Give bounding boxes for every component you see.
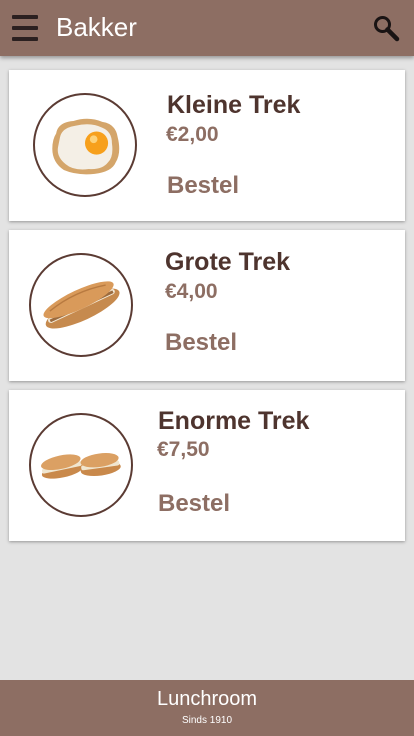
menu-bar-line [12,26,38,30]
menu-bar-line [12,15,38,19]
search-icon[interactable] [372,14,400,42]
product-price: €7,50 [157,438,210,461]
menu-bar-line [12,37,38,41]
hamburger-menu-icon[interactable] [12,15,38,41]
order-button[interactable]: Bestel [167,172,239,200]
product-name: Grote Trek [165,248,291,276]
footer: Lunchroom Sinds 1910 [0,680,414,736]
order-button[interactable]: Bestel [158,490,230,518]
product-price: €4,00 [165,280,218,303]
product-card: Grote Trek €4,00 Bestel [9,230,405,381]
product-name: Kleine Trek [167,91,301,119]
footer-subtitle: Sinds 1910 [181,715,233,726]
order-button[interactable]: Bestel [165,329,237,357]
product-image-baguette-sandwich [29,253,133,357]
app-title: Bakker [56,12,137,42]
footer-title: Lunchroom [156,688,258,710]
app-bar: Bakker [0,0,414,56]
product-card: Enorme Trek €7,50 Bestel [9,390,405,541]
product-card: Kleine Trek €2,00 Bestel [9,70,405,221]
product-image-sandwich-rolls [29,413,133,517]
product-name: Enorme Trek [158,407,310,435]
product-image-fried-egg-toast [33,93,137,197]
product-price: €2,00 [166,123,219,146]
